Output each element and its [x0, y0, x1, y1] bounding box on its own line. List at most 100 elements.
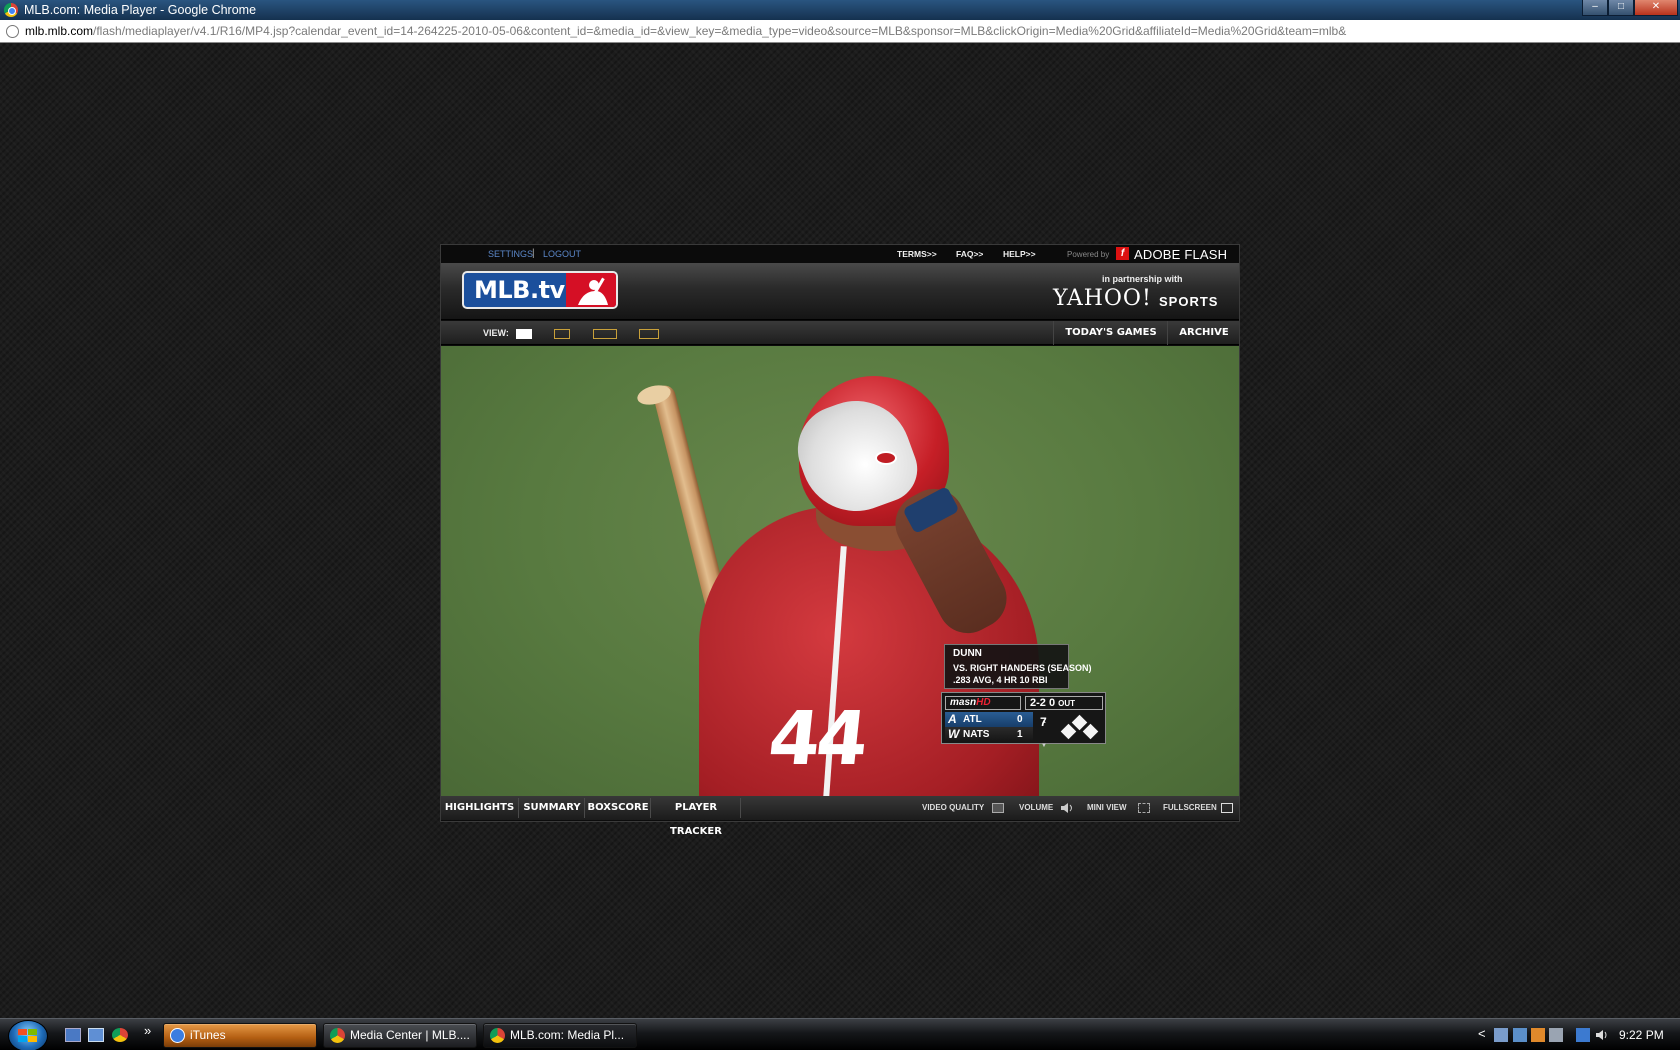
logout-link[interactable]: LOGOUT	[543, 249, 581, 259]
page-icon	[6, 24, 19, 38]
maximize-button[interactable]: □	[1608, 0, 1634, 16]
archive-button[interactable]: ARCHIVE	[1169, 321, 1239, 345]
stat-split-values: .283 AVG, 4 HR 10 RBI	[953, 675, 1048, 685]
braves-logo-icon: A	[948, 712, 957, 726]
player-navbar: VIEW: TODAY'S GAMES ARCHIVE	[441, 321, 1239, 345]
window-controls: – □ ✕	[1582, 0, 1678, 16]
video-quality-label: VIDEO QUALITY	[922, 803, 985, 812]
control-divider	[518, 798, 519, 818]
powered-by-label: Powered by	[1067, 250, 1110, 259]
player-header: MLB.tv in partnership with YAHOO! SPORTS	[441, 263, 1239, 320]
taskbar-clock[interactable]: 9:22 PM	[1619, 1028, 1664, 1042]
nationals-logo-icon: W	[948, 727, 960, 741]
base-diamond-icon	[1060, 714, 1100, 740]
window-title-bar[interactable]: MLB.com: Media Player - Google Chrome – …	[0, 0, 1680, 20]
show-desktop-icon[interactable]	[65, 1028, 81, 1042]
nav-divider	[1167, 321, 1168, 345]
windows-logo-icon	[18, 1029, 37, 1042]
control-divider	[650, 798, 651, 818]
adobe-flash-label: ADOBE FLASH	[1134, 247, 1228, 262]
network-name: masn	[950, 697, 977, 708]
network-logo: masnHD	[945, 696, 1021, 710]
ball-strike-out-count: 2-2 0 OUT	[1025, 696, 1103, 710]
switch-windows-icon[interactable]	[88, 1028, 104, 1042]
task-itunes[interactable]: iTunes	[163, 1023, 317, 1048]
mlb-tv-logo[interactable]: MLB.tv	[462, 271, 618, 309]
faq-link[interactable]: FAQ>>	[956, 249, 983, 259]
chrome-icon	[330, 1028, 345, 1043]
highlights-button[interactable]: HIGHLIGHTS	[441, 796, 518, 820]
team-row-away: A ATL 0	[945, 712, 1033, 727]
tray-network-drive-icon[interactable]	[1494, 1028, 1508, 1042]
chrome-icon	[4, 3, 18, 17]
tray-volume-icon[interactable]	[1595, 1028, 1609, 1042]
third-base-icon	[1060, 723, 1077, 740]
todays-games-button[interactable]: TODAY'S GAMES	[1055, 321, 1167, 345]
taskbar: » iTunes Media Center | MLB.... MLB.com:…	[0, 1018, 1680, 1050]
minimize-button[interactable]: –	[1582, 0, 1608, 16]
adobe-flash-icon: f	[1116, 247, 1129, 260]
score-bug: masnHD 2-2 0 OUT A ATL 0 W NATS 1 ▲ ▼ 7	[941, 692, 1106, 749]
boxscore-button[interactable]: BOXSCORE	[586, 796, 650, 820]
control-divider	[740, 798, 741, 818]
view-quad-button[interactable]	[639, 329, 659, 339]
team-score: 1	[1017, 729, 1023, 740]
settings-link[interactable]: SETTINGS	[488, 249, 533, 259]
task-mlb-media-player[interactable]: MLB.com: Media Pl...	[483, 1023, 637, 1048]
url-host: mlb.mlb.com	[25, 24, 94, 38]
team-name: NATS	[963, 729, 990, 740]
close-button[interactable]: ✕	[1634, 0, 1678, 16]
control-divider	[584, 798, 585, 818]
quick-launch-more-icon[interactable]: »	[144, 1023, 151, 1038]
show-hidden-icons-icon[interactable]: <	[1478, 1026, 1486, 1041]
fullscreen-icon[interactable]	[1221, 803, 1233, 813]
view-pip-button[interactable]	[554, 329, 570, 339]
window-title: MLB.com: Media Player - Google Chrome	[24, 3, 257, 17]
tray-network-icon[interactable]	[1576, 1028, 1590, 1042]
batter-name: DUNN	[953, 648, 982, 659]
glove-logo	[875, 451, 897, 465]
out-label: OUT	[1058, 699, 1076, 708]
video-quality-meter-icon[interactable]	[992, 803, 1004, 813]
link-separator: |	[532, 248, 535, 259]
network-hd-label: HD	[976, 697, 991, 708]
view-single-button[interactable]	[516, 329, 532, 339]
team-score: 0	[1017, 714, 1023, 725]
url-path: /flash/mediaplayer/v4.1/R16/MP4.jsp?cale…	[93, 24, 1347, 38]
task-label: MLB.com: Media Pl...	[510, 1028, 625, 1042]
inning-number: 7	[1040, 715, 1047, 729]
team-name: ATL	[963, 714, 982, 725]
count-value: 2-2 0	[1030, 697, 1056, 709]
start-button[interactable]	[8, 1020, 48, 1050]
summary-button[interactable]: SUMMARY	[520, 796, 584, 820]
volume-label: VOLUME	[1019, 803, 1054, 812]
tray-update-icon[interactable]	[1531, 1028, 1545, 1042]
media-player: SETTINGS | LOGOUT TERMS>> FAQ>> HELP>> P…	[440, 244, 1240, 837]
help-link[interactable]: HELP>>	[1003, 249, 1036, 259]
chrome-quicklaunch-icon[interactable]	[112, 1028, 128, 1042]
batter-silhouette-icon	[578, 277, 608, 305]
nav-divider	[1053, 321, 1054, 345]
itunes-icon	[170, 1028, 185, 1043]
view-side-by-side-button[interactable]	[593, 329, 617, 339]
address-bar[interactable]: mlb.mlb.com/flash/mediaplayer/v4.1/R16/M…	[0, 20, 1680, 43]
fullscreen-label: FULLSCREEN	[1163, 803, 1217, 812]
partnership-label: in partnership with	[1102, 274, 1183, 284]
yahoo-logo: YAHOO!	[1053, 286, 1152, 311]
tray-monitor-icon[interactable]	[1513, 1028, 1527, 1042]
task-media-center[interactable]: Media Center | MLB....	[323, 1023, 477, 1048]
player-control-bar: HIGHLIGHTS SUMMARY BOXSCORE PLAYER TRACK…	[441, 796, 1239, 837]
player-tracker-button[interactable]: PLAYER TRACKER	[652, 796, 740, 837]
mini-view-icon[interactable]	[1138, 803, 1150, 813]
volume-speaker-icon[interactable]	[1060, 802, 1076, 814]
stat-split-label: VS. RIGHT HANDERS (SEASON)	[953, 663, 1092, 673]
mini-view-label: MINI VIEW	[1087, 803, 1127, 812]
yahoo-sports-label: SPORTS	[1159, 294, 1219, 309]
tray-printer-icon[interactable]	[1549, 1028, 1563, 1042]
view-label: VIEW:	[483, 328, 509, 338]
player-top-strip: SETTINGS | LOGOUT TERMS>> FAQ>> HELP>> P…	[441, 245, 1239, 263]
mlb-logo-text: MLB.tv	[474, 276, 565, 304]
video-frame[interactable]: 44 DUNN VS. RIGHT HANDERS (SEASON) .283 …	[441, 346, 1239, 796]
terms-link[interactable]: TERMS>>	[897, 249, 937, 259]
first-base-icon	[1082, 723, 1099, 740]
